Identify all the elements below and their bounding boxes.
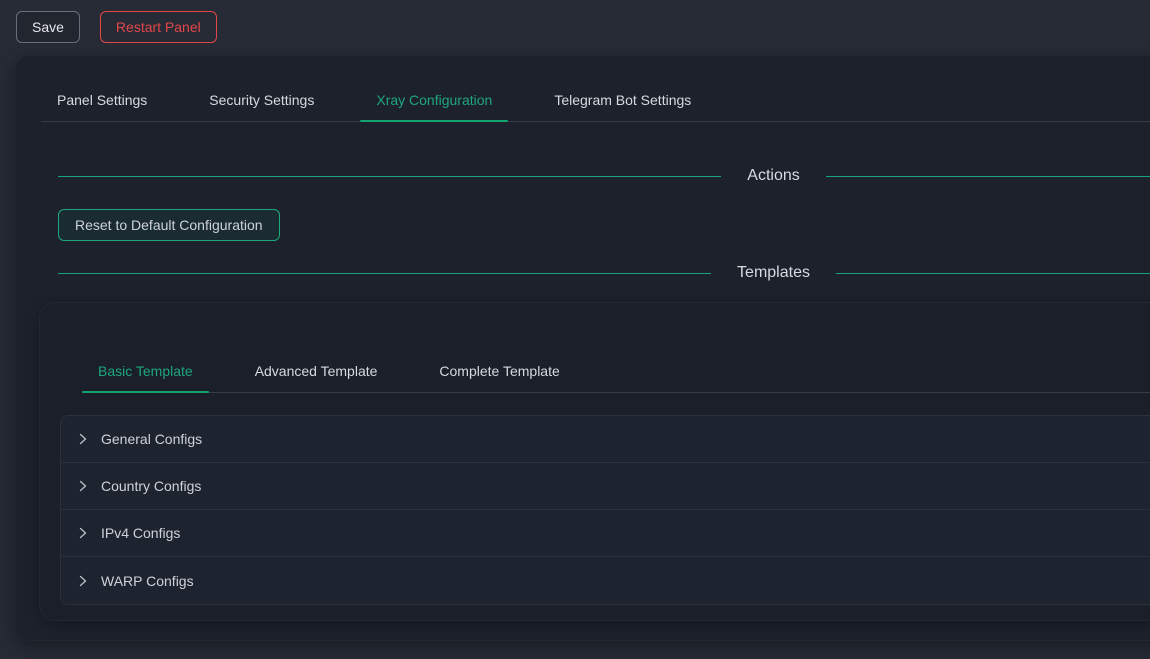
reset-default-configuration-button[interactable]: Reset to Default Configuration [58,209,280,241]
tab-basic-template[interactable]: Basic Template [82,351,209,392]
chevron-right-icon [77,480,89,492]
chevron-right-icon [77,527,89,539]
templates-card: Basic Template Advanced Template Complet… [39,302,1150,621]
templates-divider: Templates [58,261,1150,285]
chevron-right-icon [77,575,89,587]
settings-tabbar: Panel Settings Security Settings Xray Co… [41,80,1150,122]
tab-complete-template[interactable]: Complete Template [423,351,575,392]
collapse-general-configs[interactable]: General Configs [61,416,1150,463]
collapse-ipv4-configs[interactable]: IPv4 Configs [61,510,1150,557]
collapse-row-label: Country Configs [101,478,201,494]
collapse-row-label: IPv4 Configs [101,525,180,541]
collapse-warp-configs[interactable]: WARP Configs [61,557,1150,604]
tab-panel-settings[interactable]: Panel Settings [41,80,163,121]
actions-divider-label: Actions [721,167,825,185]
collapse-row-label: WARP Configs [101,573,194,589]
save-button[interactable]: Save [16,11,80,43]
toolbar: Save Restart Panel [0,0,1150,55]
divider-line [58,176,721,177]
restart-panel-button[interactable]: Restart Panel [100,11,217,43]
settings-card: Panel Settings Security Settings Xray Co… [14,55,1150,641]
tab-xray-configuration[interactable]: Xray Configuration [360,80,508,121]
collapse-country-configs[interactable]: Country Configs [61,463,1150,510]
tab-telegram-bot-settings[interactable]: Telegram Bot Settings [538,80,707,121]
divider-line [836,273,1150,274]
config-collapse-list: General Configs Country Configs IPv4 Con… [60,415,1150,605]
tab-security-settings[interactable]: Security Settings [193,80,330,121]
templates-divider-label: Templates [711,264,836,282]
template-tabbar: Basic Template Advanced Template Complet… [82,351,1150,393]
divider-line [58,273,711,274]
collapse-row-label: General Configs [101,431,202,447]
tab-advanced-template[interactable]: Advanced Template [239,351,394,392]
actions-divider: Actions [58,164,1150,188]
divider-line [826,176,1150,177]
chevron-right-icon [77,433,89,445]
